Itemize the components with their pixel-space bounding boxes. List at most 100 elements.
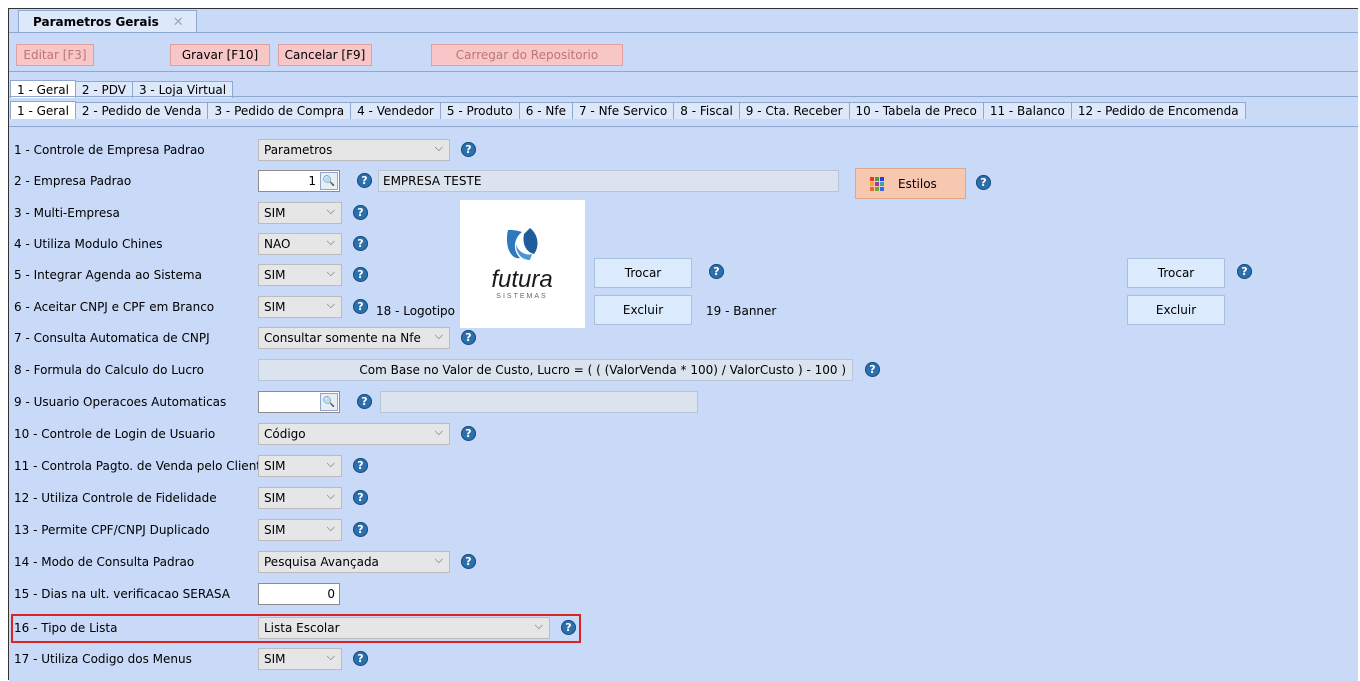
logo-subtext: SISTEMAS <box>496 293 547 300</box>
input-value: 1 <box>308 174 316 188</box>
toolbar: Editar [F3] Gravar [F10] Cancelar [F9] C… <box>9 32 1358 72</box>
subtab-nfe-servico[interactable]: 7 - Nfe Servico <box>571 102 675 119</box>
help-icon[interactable]: ? <box>461 330 476 345</box>
help-icon[interactable]: ? <box>353 458 368 473</box>
select-value: SIM <box>264 300 286 314</box>
company-logo: futura SISTEMAS <box>460 200 585 328</box>
select-value: Código <box>264 427 306 441</box>
login-control-select[interactable]: Código ⌵ <box>258 423 450 445</box>
customer-payment-control-select[interactable]: SIM ⌵ <box>258 455 342 477</box>
load-repository-button[interactable]: Carregar do Repositorio <box>431 44 623 66</box>
select-value: Pesquisa Avançada <box>264 555 379 569</box>
help-icon[interactable]: ? <box>461 142 476 157</box>
delete-banner-button[interactable]: Excluir <box>1127 295 1225 325</box>
delete-logo-button[interactable]: Excluir <box>594 295 692 325</box>
edit-button[interactable]: Editar [F3] <box>16 44 94 66</box>
document-tab-title: Parametros Gerais <box>33 15 159 29</box>
styles-label: Estilos <box>898 176 937 191</box>
help-icon[interactable]: ? <box>461 426 476 441</box>
user-name-display <box>380 391 698 413</box>
styles-button[interactable]: Estilos <box>855 168 966 199</box>
help-icon[interactable]: ? <box>353 490 368 505</box>
subtab-pedido-venda[interactable]: 2 - Pedido de Venda <box>74 102 209 119</box>
help-icon[interactable]: ? <box>353 236 368 251</box>
company-name-display: EMPRESA TESTE <box>378 170 839 192</box>
subtab-cta-receber[interactable]: 9 - Cta. Receber <box>738 102 850 119</box>
swap-logo-button[interactable]: Trocar <box>594 258 692 288</box>
help-icon[interactable]: ? <box>353 522 368 537</box>
select-value: SIM <box>264 491 286 505</box>
close-icon[interactable]: ✕ <box>173 15 184 30</box>
field-label: 13 - Permite CPF/CNPJ Duplicado <box>14 523 210 537</box>
field-label: 1 - Controle de Empresa Padrao <box>14 143 205 157</box>
menu-code-select[interactable]: SIM ⌵ <box>258 648 342 670</box>
swap-banner-button[interactable]: Trocar <box>1127 258 1225 288</box>
help-icon[interactable]: ? <box>353 299 368 314</box>
field-label: 4 - Utiliza Modulo Chines <box>14 237 163 251</box>
help-icon[interactable]: ? <box>461 554 476 569</box>
chevron-down-icon: ⌵ <box>326 457 335 470</box>
subtab-pedido-encomenda[interactable]: 12 - Pedido de Encomenda <box>1070 102 1246 119</box>
cancel-button[interactable]: Cancelar [F9] <box>278 44 372 66</box>
subtab-vendedor[interactable]: 4 - Vendedor <box>350 102 441 119</box>
subtab-produto[interactable]: 5 - Produto <box>439 102 520 119</box>
banner-label: 19 - Banner <box>706 304 777 318</box>
futura-logo-image: futura SISTEMAS <box>491 228 553 300</box>
subtab-nfe[interactable]: 6 - Nfe <box>518 102 573 119</box>
select-value: Consultar somente na Nfe <box>264 331 421 345</box>
default-query-mode-select[interactable]: Pesquisa Avançada ⌵ <box>258 551 450 573</box>
palette-icon <box>870 176 884 191</box>
logo-text: futura <box>491 266 552 293</box>
chevron-down-icon: ⌵ <box>326 298 335 311</box>
blank-cnpj-cpf-select[interactable]: SIM ⌵ <box>258 296 342 318</box>
field-label: 9 - Usuario Operacoes Automaticas <box>14 395 227 409</box>
chevron-down-icon: ⌵ <box>434 329 443 342</box>
help-icon[interactable]: ? <box>1237 264 1252 279</box>
chevron-down-icon: ⌵ <box>434 553 443 566</box>
help-icon[interactable]: ? <box>353 267 368 282</box>
multi-company-select[interactable]: SIM ⌵ <box>258 202 342 224</box>
agenda-integration-select[interactable]: SIM ⌵ <box>258 264 342 286</box>
highlight-box <box>11 614 581 643</box>
chevron-down-icon: ⌵ <box>326 650 335 663</box>
help-icon[interactable]: ? <box>976 175 991 190</box>
search-icon[interactable]: 🔍 <box>320 172 338 190</box>
sub-tabs: 1 - Geral 2 - Pedido de Venda 3 - Pedido… <box>10 101 1246 119</box>
profit-formula-display: Com Base no Valor de Custo, Lucro = ( ( … <box>258 359 853 381</box>
subtab-pedido-compra[interactable]: 3 - Pedido de Compra <box>207 102 352 119</box>
serasa-days-input[interactable]: 0 <box>258 583 340 605</box>
help-icon[interactable]: ? <box>353 651 368 666</box>
cnpj-auto-query-select[interactable]: Consultar somente na Nfe ⌵ <box>258 327 450 349</box>
chevron-down-icon: ⌵ <box>434 425 443 438</box>
help-icon[interactable]: ? <box>353 205 368 220</box>
subtab-balanco[interactable]: 11 - Balanco <box>982 102 1072 119</box>
subtab-tabela-preco[interactable]: 10 - Tabela de Preco <box>848 102 984 119</box>
duplicate-cpf-cnpj-select[interactable]: SIM ⌵ <box>258 519 342 541</box>
select-value: SIM <box>264 206 286 220</box>
field-label: 12 - Utiliza Controle de Fidelidade <box>14 491 217 505</box>
search-icon[interactable]: 🔍 <box>320 393 338 411</box>
save-button[interactable]: Gravar [F10] <box>170 44 270 66</box>
field-label: 17 - Utiliza Codigo dos Menus <box>14 652 192 666</box>
field-label: 6 - Aceitar CNPJ e CPF em Branco <box>14 300 215 314</box>
select-value: SIM <box>264 652 286 666</box>
select-value: NAO <box>264 237 291 251</box>
subtab-geral[interactable]: 1 - Geral <box>10 101 76 119</box>
chinese-module-select[interactable]: NAO ⌵ <box>258 233 342 255</box>
help-icon[interactable]: ? <box>709 264 724 279</box>
field-label: 3 - Multi-Empresa <box>14 206 120 220</box>
subtab-fiscal[interactable]: 8 - Fiscal <box>673 102 740 119</box>
loyalty-control-select[interactable]: SIM ⌵ <box>258 487 342 509</box>
document-tab[interactable]: Parametros Gerais ✕ <box>18 10 197 33</box>
select-value: SIM <box>264 459 286 473</box>
field-label: 2 - Empresa Padrao <box>14 174 132 188</box>
chevron-down-icon: ⌵ <box>434 141 443 154</box>
field-label: 7 - Consulta Automatica de CNPJ <box>14 331 210 345</box>
company-control-select[interactable]: Parametros ⌵ <box>258 139 450 161</box>
field-label: 14 - Modo de Consulta Padrao <box>14 555 195 569</box>
help-icon[interactable]: ? <box>357 394 372 409</box>
help-icon[interactable]: ? <box>865 362 880 377</box>
divider <box>9 96 1358 97</box>
help-icon[interactable]: ? <box>357 173 372 188</box>
chevron-down-icon: ⌵ <box>326 266 335 279</box>
